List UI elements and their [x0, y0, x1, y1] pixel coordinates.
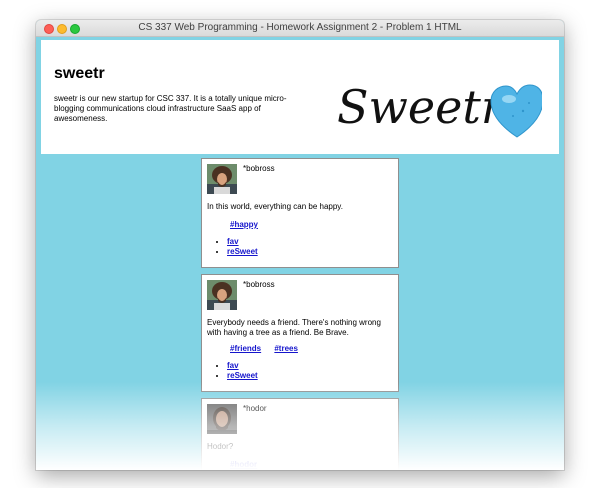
sweet-text: Everybody needs a friend. There's nothin…: [207, 318, 381, 337]
browser-window: CS 337 Web Programming - Homework Assign…: [36, 20, 564, 470]
avatar[interactable]: [207, 404, 237, 434]
logo-text: Sweetr: [337, 80, 506, 134]
hashtag-list: #friends #trees: [230, 344, 309, 353]
hashtag-link[interactable]: #hodor: [230, 460, 257, 469]
resweet-link[interactable]: reSweet: [227, 371, 258, 380]
sweet-card: *bobross In this world, everything can b…: [201, 158, 399, 268]
sweet-card: *hodor Hodor? #hodor: [201, 398, 399, 470]
fav-link[interactable]: fav: [227, 361, 239, 370]
site-header: sweetr sweetr is our new startup for CSC…: [41, 40, 559, 154]
sweet-actions: fav reSweet: [214, 361, 258, 381]
resweet-item: reSweet: [227, 371, 258, 381]
sweet-actions: fav reSweet: [214, 237, 258, 257]
sweet-text: Hodor?: [207, 442, 234, 451]
hashtag-list: #happy: [230, 220, 269, 229]
site-description: sweetr is our new startup for CSC 337. I…: [54, 94, 287, 123]
sweet-card: *bobross Everybody needs a friend. There…: [201, 274, 399, 392]
site-title: sweetr: [54, 65, 105, 82]
title-bar: CS 337 Web Programming - Homework Assign…: [36, 20, 564, 37]
hashtag-list: #hodor: [230, 460, 268, 469]
sweet-text: In this world, everything can be happy.: [207, 202, 343, 211]
resweet-item: reSweet: [227, 247, 258, 257]
user-handle[interactable]: *hodor: [243, 404, 267, 413]
avatar[interactable]: [207, 164, 237, 194]
fav-item: fav: [227, 361, 258, 371]
resweet-link[interactable]: reSweet: [227, 247, 258, 256]
user-handle[interactable]: *bobross: [243, 164, 275, 173]
window-title: CS 337 Web Programming - Homework Assign…: [138, 22, 462, 33]
avatar[interactable]: [207, 280, 237, 310]
sweet-feed: *bobross In this world, everything can b…: [201, 158, 399, 470]
user-handle[interactable]: *bobross: [243, 280, 275, 289]
sweetr-logo: Sweetr: [337, 80, 542, 138]
fav-link[interactable]: fav: [227, 237, 239, 246]
hashtag-link[interactable]: #trees: [274, 344, 298, 353]
fav-item: fav: [227, 237, 258, 247]
hashtag-link[interactable]: #happy: [230, 220, 258, 229]
hashtag-link[interactable]: #friends: [230, 344, 261, 353]
